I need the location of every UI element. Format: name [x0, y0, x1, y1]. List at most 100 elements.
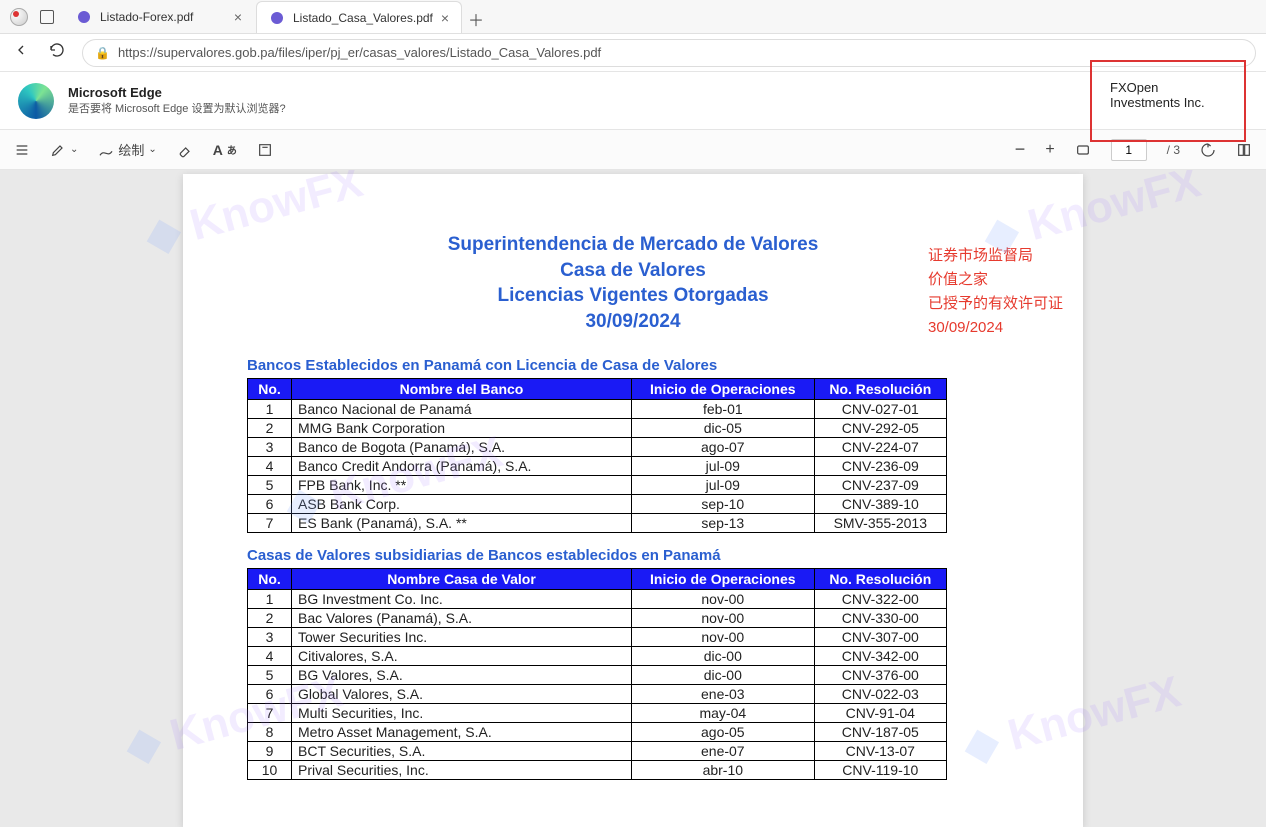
pdf-icon — [269, 10, 285, 26]
banks-table: No.Nombre del BancoInicio de Operaciones… — [247, 378, 947, 533]
column-header: Inicio de Operaciones — [632, 378, 815, 399]
row-number: 4 — [248, 646, 292, 665]
row-date: ago-05 — [632, 722, 815, 741]
text-button[interactable]: Aあ — [213, 142, 237, 158]
table-row: 6Global Valores, S.A.ene-03CNV-022-03 — [248, 684, 947, 703]
edge-logo-icon — [18, 83, 54, 119]
table-row: 2MMG Bank Corporationdic-05CNV-292-05 — [248, 418, 947, 437]
erase-button[interactable] — [177, 142, 193, 158]
pdf-icon — [76, 9, 92, 25]
tab-title: Listado_Casa_Valores.pdf — [293, 11, 433, 25]
pdf-page: Superintendencia de Mercado de Valores C… — [183, 174, 1083, 827]
row-number: 3 — [248, 437, 292, 456]
row-resolution: CNV-342-00 — [814, 646, 946, 665]
row-number: 5 — [248, 475, 292, 494]
table-row: 3Tower Securities Inc.nov-00CNV-307-00 — [248, 627, 947, 646]
table-row: 8Metro Asset Management, S.A.ago-05CNV-1… — [248, 722, 947, 741]
back-button[interactable] — [10, 42, 32, 63]
table-row: 7Multi Securities, Inc.may-04CNV-91-04 — [248, 703, 947, 722]
page-view-button[interactable] — [1236, 142, 1252, 158]
table-row: 2Bac Valores (Panamá), S.A.nov-00CNV-330… — [248, 608, 947, 627]
table-row: 4Banco Credit Andorra (Panamá), S.A.jul-… — [248, 456, 947, 475]
table-row: 3Banco de Bogota (Panamá), S.A.ago-07CNV… — [248, 437, 947, 456]
pdf-viewport[interactable]: Superintendencia de Mercado de Valores C… — [0, 170, 1266, 827]
column-header: Nombre Casa de Valor — [292, 568, 632, 589]
row-date: sep-10 — [632, 494, 815, 513]
row-resolution: CNV-307-00 — [814, 627, 946, 646]
section-heading: Bancos Establecidos en Panamá con Licenc… — [247, 357, 1023, 374]
default-browser-prompt: Microsoft Edge 是否要将 Microsoft Edge 设置为默认… — [0, 72, 1266, 130]
infobar-subtitle: 是否要将 Microsoft Edge 设置为默认浏览器? — [68, 100, 286, 116]
close-icon[interactable]: × — [441, 10, 449, 26]
draw-label: 绘制 — [118, 140, 144, 159]
table-row: 10Prival Securities, Inc.abr-10CNV-119-1… — [248, 760, 947, 779]
row-number: 7 — [248, 513, 292, 532]
row-date: dic-00 — [632, 646, 815, 665]
row-name: Metro Asset Management, S.A. — [292, 722, 632, 741]
page-total: / 3 — [1167, 143, 1180, 157]
column-header: No. — [248, 378, 292, 399]
column-header: Nombre del Banco — [292, 378, 632, 399]
close-icon[interactable]: × — [234, 9, 242, 25]
row-name: BG Valores, S.A. — [292, 665, 632, 684]
row-name: Citivalores, S.A. — [292, 646, 632, 665]
row-resolution: CNV-13-07 — [814, 741, 946, 760]
table-row: 6ASB Bank Corp.sep-10CNV-389-10 — [248, 494, 947, 513]
row-name: ES Bank (Panamá), S.A. ** — [292, 513, 632, 532]
row-resolution: CNV-027-01 — [814, 399, 946, 418]
url-input[interactable]: 🔒 https://supervalores.gob.pa/files/iper… — [82, 39, 1256, 67]
window-controls — [0, 0, 64, 33]
column-header: No. Resolución — [814, 568, 946, 589]
row-name: BCT Securities, S.A. — [292, 741, 632, 760]
zoom-in-button[interactable]: + — [1045, 141, 1054, 159]
row-name: Banco Credit Andorra (Panamá), S.A. — [292, 456, 632, 475]
row-resolution: CNV-376-00 — [814, 665, 946, 684]
column-header: Inicio de Operaciones — [632, 568, 815, 589]
draw-button[interactable]: 绘制 ⌄ — [98, 140, 156, 159]
row-number: 1 — [248, 589, 292, 608]
document-title: Superintendencia de Mercado de Valores C… — [243, 232, 1023, 335]
profile-icon[interactable] — [10, 8, 28, 26]
contents-button[interactable] — [14, 142, 30, 158]
zoom-out-button[interactable]: − — [1015, 139, 1026, 160]
fit-page-button[interactable] — [1075, 142, 1091, 158]
tab-active[interactable]: Listado_Casa_Valores.pdf × — [256, 1, 462, 33]
tab-inactive[interactable]: Listado-Forex.pdf × — [64, 1, 254, 33]
section-heading: Casas de Valores subsidiarias de Bancos … — [247, 547, 1023, 564]
row-resolution: CNV-322-00 — [814, 589, 946, 608]
row-date: feb-01 — [632, 399, 815, 418]
read-aloud-button[interactable] — [257, 142, 273, 158]
row-resolution: CNV-330-00 — [814, 608, 946, 627]
row-number: 6 — [248, 494, 292, 513]
row-name: MMG Bank Corporation — [292, 418, 632, 437]
tab-title: Listado-Forex.pdf — [100, 10, 193, 24]
new-tab-button[interactable]: ＋ — [462, 5, 490, 33]
row-number: 8 — [248, 722, 292, 741]
row-date: nov-00 — [632, 627, 815, 646]
row-resolution: SMV-355-2013 — [814, 513, 946, 532]
row-resolution: CNV-237-09 — [814, 475, 946, 494]
row-name: Multi Securities, Inc. — [292, 703, 632, 722]
row-number: 9 — [248, 741, 292, 760]
row-name: ASB Bank Corp. — [292, 494, 632, 513]
rotate-button[interactable] — [1200, 142, 1216, 158]
lock-icon: 🔒 — [95, 46, 110, 60]
row-resolution: CNV-236-09 — [814, 456, 946, 475]
row-date: ene-07 — [632, 741, 815, 760]
row-number: 1 — [248, 399, 292, 418]
row-number: 7 — [248, 703, 292, 722]
refresh-button[interactable] — [46, 42, 68, 63]
chevron-down-icon: ⌄ — [70, 144, 78, 155]
row-resolution: CNV-119-10 — [814, 760, 946, 779]
table-row: 5BG Valores, S.A.dic-00CNV-376-00 — [248, 665, 947, 684]
column-header: No. Resolución — [814, 378, 946, 399]
workspaces-icon[interactable] — [40, 10, 54, 24]
highlight-callout: FXOpen Investments Inc. — [1090, 60, 1246, 142]
row-date: jul-09 — [632, 456, 815, 475]
row-resolution: CNV-91-04 — [814, 703, 946, 722]
row-date: sep-13 — [632, 513, 815, 532]
address-bar: 🔒 https://supervalores.gob.pa/files/iper… — [0, 34, 1266, 72]
highlight-button[interactable]: ⌄ — [50, 142, 78, 158]
row-number: 2 — [248, 418, 292, 437]
row-name: FPB Bank, Inc. ** — [292, 475, 632, 494]
